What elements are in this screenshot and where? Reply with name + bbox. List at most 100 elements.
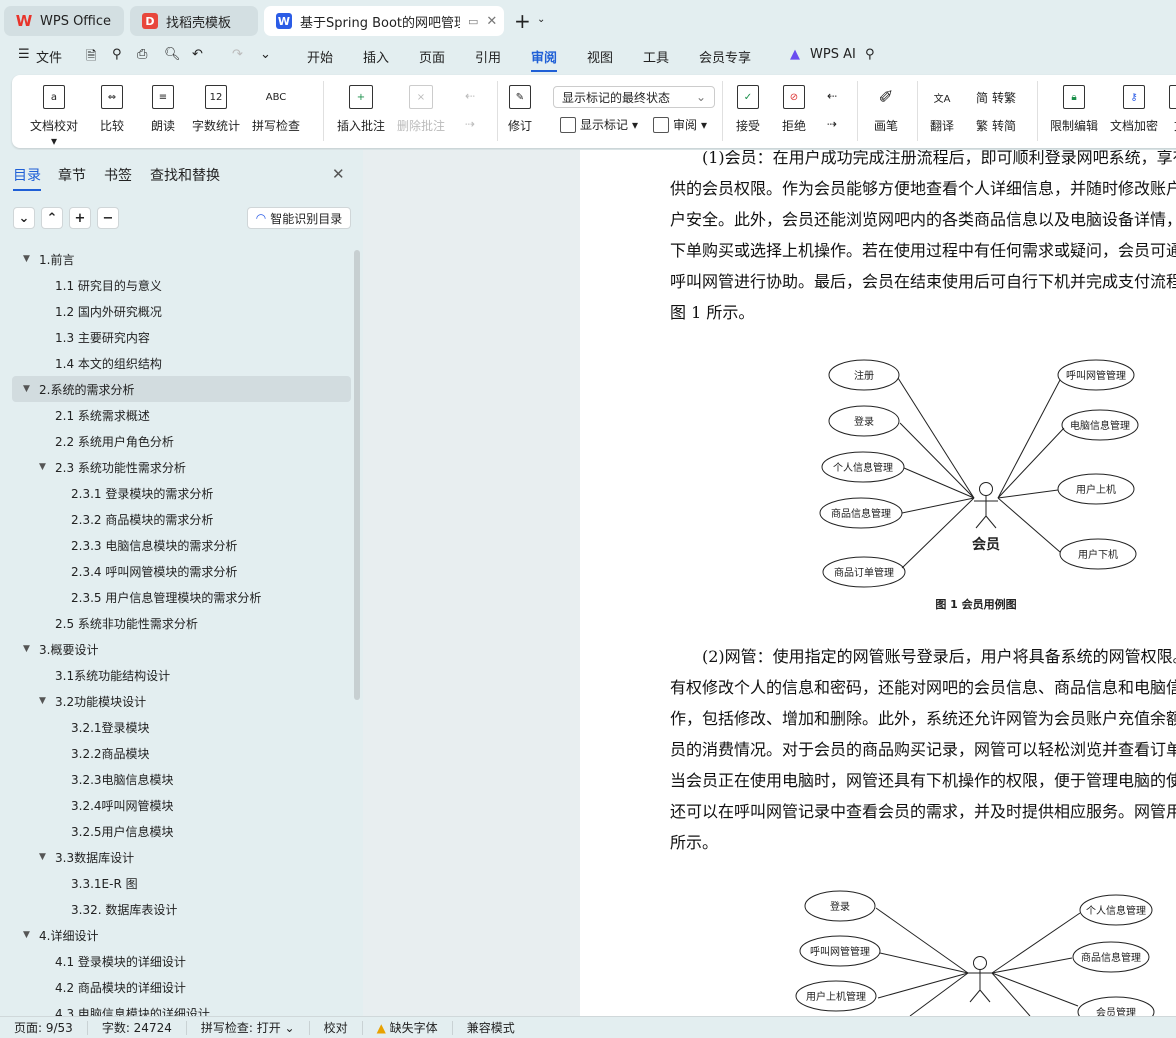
toc-item[interactable]: 1.1 研究目的与意义 — [12, 272, 351, 298]
toc-item[interactable]: 4.2 商品模块的详细设计 — [12, 974, 351, 1000]
toc-item[interactable]: ▼ 2.3 系统功能性需求分析 — [12, 454, 351, 480]
markup-select[interactable]: 显示标记的最终状态 ⌄ — [553, 86, 715, 108]
spell-check-status[interactable]: 拼写检查: 打开 ⌄ — [187, 1020, 310, 1035]
translate-button[interactable]: 文A 翻译 — [930, 85, 954, 134]
menu-file[interactable]: 文件 — [36, 47, 62, 66]
delete-comment-button[interactable]: × 删除批注 — [397, 85, 445, 134]
save-icon[interactable]: 🗎 — [86, 47, 96, 69]
toc-item[interactable]: 2.1 系统需求概述 — [12, 402, 351, 428]
page-indicator[interactable]: 页面: 9/53 — [0, 1020, 88, 1035]
previous-comment-icon[interactable]: ⇠ — [465, 89, 475, 103]
spell-check-button[interactable]: ABC 拼写检查 — [252, 85, 300, 134]
menu-view[interactable]: 视图 — [587, 47, 613, 66]
tab-find-replace[interactable]: 查找和替换 — [150, 165, 220, 185]
toc-item[interactable]: ▼ 3.3数据库设计 — [12, 844, 351, 870]
restrict-edit-button[interactable]: 🔒︎ 限制编辑 — [1050, 85, 1098, 134]
print-preview-icon[interactable]: 🔍︎ — [164, 47, 181, 62]
menu-member[interactable]: 会员专享 — [699, 47, 751, 66]
menu-page[interactable]: 页面 — [419, 47, 445, 66]
toc-item[interactable]: ▼ 3.2功能模块设计 — [12, 688, 351, 714]
chevron-down-icon[interactable]: ⌄ — [537, 14, 545, 25]
toc-item[interactable]: 2.2 系统用户角色分析 — [12, 428, 351, 454]
toc-item[interactable]: 2.3.5 用户信息管理模块的需求分析 — [12, 584, 351, 610]
menu-home[interactable]: 开始 — [307, 47, 333, 66]
word-count[interactable]: 字数: 24724 — [88, 1020, 187, 1035]
expand-arrow-icon[interactable]: ▼ — [23, 384, 30, 394]
menu-insert[interactable]: 插入 — [363, 47, 389, 66]
toc-item[interactable]: 2.3.1 登录模块的需求分析 — [12, 480, 351, 506]
reject-button[interactable]: ⊘ 拒绝 — [782, 85, 806, 134]
toc-item[interactable]: ▼ 1.前言 — [12, 246, 351, 272]
toc-item[interactable]: 3.2.4呼叫网管模块 — [12, 792, 351, 818]
expand-arrow-icon[interactable]: ▼ — [23, 644, 30, 654]
share-icon[interactable]: ⚲ — [112, 47, 122, 62]
toc-item[interactable]: 2.5 系统非功能性需求分析 — [12, 610, 351, 636]
more-ribbon-button[interactable]: 文 — [1169, 85, 1176, 134]
toc-item[interactable]: ▼ 4.详细设计 — [12, 922, 351, 948]
toc-item[interactable]: 3.32. 数据库表设计 — [12, 896, 351, 922]
revise-button[interactable]: ✎ 修订 — [508, 85, 532, 134]
toc-item[interactable]: 2.3.2 商品模块的需求分析 — [12, 506, 351, 532]
menu-references[interactable]: 引用 — [475, 47, 501, 66]
next-change-icon[interactable]: ⇢ — [827, 117, 837, 131]
tab-wps-office[interactable]: W WPS Office — [4, 6, 124, 36]
toc-item[interactable]: ▼ 2.系统的需求分析 — [12, 376, 351, 402]
redo-icon[interactable]: ↷ — [232, 47, 243, 62]
to-simplified-button[interactable]: 繁转简 — [976, 117, 1016, 134]
monitor-icon[interactable]: ▭ — [468, 15, 478, 28]
accept-button[interactable]: ✓ 接受 — [736, 85, 760, 134]
missing-font-status[interactable]: ▲ 缺失字体 — [363, 1020, 453, 1035]
undo-icon[interactable]: ↶ — [192, 47, 203, 62]
collapse-down-button[interactable]: ⌄ — [13, 207, 35, 229]
close-pane-icon[interactable]: ✕ — [332, 165, 345, 183]
close-icon[interactable]: ✕ — [486, 14, 497, 29]
show-markup-button[interactable]: 显示标记 ▾ — [560, 116, 638, 133]
word-count-button[interactable]: 12 字数统计 — [192, 85, 240, 134]
toc-item[interactable]: 3.2.5用户信息模块 — [12, 818, 351, 844]
collapse-up-button[interactable]: ⌃ — [41, 207, 63, 229]
tab-toc[interactable]: 目录 — [13, 165, 41, 191]
toc-item[interactable]: 3.1系统功能结构设计 — [12, 662, 351, 688]
smart-toc-button[interactable]: ◠ 智能识别目录 — [247, 207, 351, 229]
review-pane-button[interactable]: 审阅 ▾ — [653, 116, 707, 133]
to-traditional-button[interactable]: 简转繁 — [976, 89, 1016, 106]
toc-item[interactable]: 1.3 主要研究内容 — [12, 324, 351, 350]
insert-comment-button[interactable]: + 插入批注 — [337, 85, 385, 134]
expand-arrow-icon[interactable]: ▼ — [39, 462, 46, 472]
proofread-button[interactable]: a 文档校对 ▾ — [30, 85, 78, 148]
previous-change-icon[interactable]: ⇠ — [827, 89, 837, 103]
new-tab-button[interactable]: + — [514, 9, 531, 33]
more-chevron-icon[interactable]: ⌄ — [260, 47, 271, 62]
menu-wps-ai[interactable]: WPS AI — [810, 47, 856, 62]
toc-item[interactable]: 3.2.3电脑信息模块 — [12, 766, 351, 792]
tab-sections[interactable]: 章节 — [58, 165, 86, 185]
hamburger-icon[interactable]: ☰ — [18, 47, 30, 62]
toc-item[interactable]: 4.1 登录模块的详细设计 — [12, 948, 351, 974]
collapse-button[interactable]: − — [97, 207, 119, 229]
tab-document[interactable]: W 基于Spring Boot的网吧管理系 ▭ ✕ — [264, 6, 504, 36]
expand-arrow-icon[interactable]: ▼ — [23, 254, 30, 264]
encrypt-button[interactable]: ⚷ 文档加密 — [1110, 85, 1158, 134]
menu-review[interactable]: 审阅 — [531, 47, 558, 72]
compare-button[interactable]: ⇔ 比较 — [100, 85, 124, 134]
search-icon[interactable]: ⚲ — [865, 47, 875, 62]
menu-tools[interactable]: 工具 — [643, 47, 669, 66]
expand-arrow-icon[interactable]: ▼ — [39, 696, 46, 706]
print-icon[interactable]: ⎙ — [137, 47, 147, 62]
toc-item[interactable]: ▼ 3.概要设计 — [12, 636, 351, 662]
proofread-status[interactable]: 校对 — [310, 1020, 363, 1035]
tab-bookmarks[interactable]: 书签 — [104, 165, 132, 185]
expand-button[interactable]: + — [69, 207, 91, 229]
next-comment-icon[interactable]: ⇢ — [465, 117, 475, 131]
expand-arrow-icon[interactable]: ▼ — [39, 852, 46, 862]
pen-button[interactable]: ✐ 画笔 — [874, 85, 898, 134]
tab-docer[interactable]: D 找稻壳模板 — [130, 6, 258, 36]
read-aloud-button[interactable]: ≡ 朗读 — [151, 85, 175, 134]
expand-arrow-icon[interactable]: ▼ — [23, 930, 30, 940]
scrollbar[interactable] — [354, 250, 360, 700]
toc-item[interactable]: 3.2.2商品模块 — [12, 740, 351, 766]
toc-item[interactable]: 2.3.4 呼叫网管模块的需求分析 — [12, 558, 351, 584]
toc-item[interactable]: 3.3.1E-R 图 — [12, 870, 351, 896]
toc-item[interactable]: 1.4 本文的组织结构 — [12, 350, 351, 376]
toc-item[interactable]: 2.3.3 电脑信息模块的需求分析 — [12, 532, 351, 558]
